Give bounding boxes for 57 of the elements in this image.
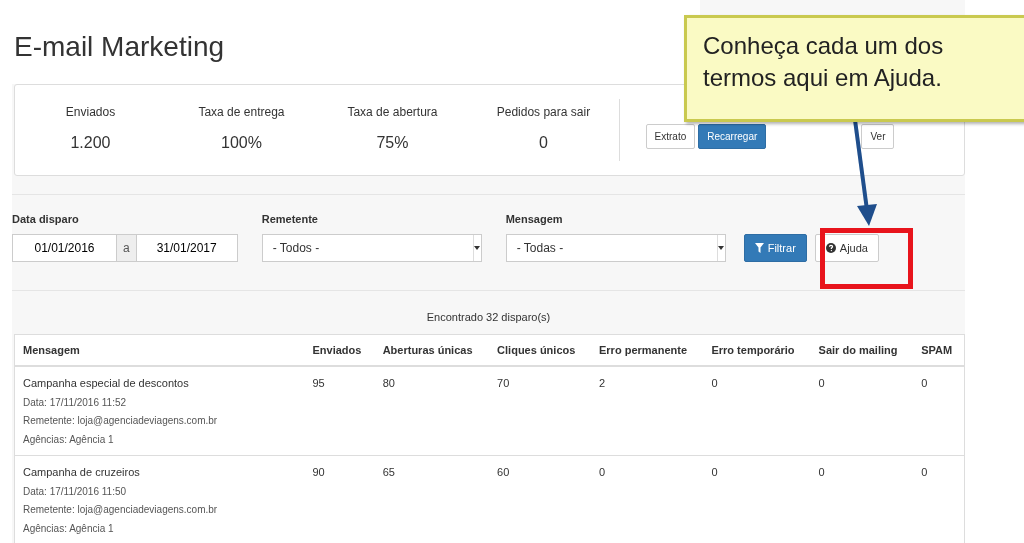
action-button[interactable]: Extrato: [645, 123, 696, 149]
message-detail: Remetente: loja@agenciadeviagens.com.br: [23, 414, 219, 429]
recharge-button[interactable]: Recarregar: [698, 123, 767, 149]
column-header: Aberturas únicas: [374, 334, 490, 367]
table-cell: 0: [599, 466, 606, 479]
table-cell: 0: [921, 377, 928, 390]
column-header: Erro temporário: [703, 334, 811, 367]
table-cell: 2: [599, 377, 606, 390]
date-to-field[interactable]: 31/01/2017: [135, 234, 238, 263]
stat-value: 75%: [375, 132, 410, 153]
table-cell: 0: [711, 466, 718, 479]
stat-value: 0: [538, 132, 549, 153]
message-detail: Agências: Agência 1: [23, 521, 115, 536]
date-separator: a: [117, 234, 136, 263]
table-cell: 70: [497, 377, 510, 390]
table-cell: 60: [497, 466, 510, 479]
table-cell: 95: [312, 377, 325, 390]
column-header: Mensagem: [14, 334, 305, 367]
message-detail: Data: 17/11/2016 11:52: [23, 395, 128, 410]
result-count: Encontrado 32 disparo(s): [425, 310, 552, 326]
date-from-field[interactable]: 01/01/2016: [12, 234, 117, 263]
column-header: Sair do mailing: [810, 334, 914, 367]
stat-label: Pedidos para sair: [495, 103, 592, 121]
stat-label: Enviados: [64, 103, 117, 121]
message-detail: Data: 17/11/2016 11:50: [23, 484, 128, 499]
field-label: Remetente: [261, 211, 319, 227]
help-icon: [825, 243, 836, 254]
caret-icon: [718, 246, 725, 251]
message-name: Campanha de cruzeiros: [23, 465, 141, 481]
table-cell: 90: [312, 466, 325, 479]
stat-value: 100%: [220, 132, 263, 153]
funnel-icon: [754, 243, 764, 254]
message-name: Campanha especial de descontos: [23, 376, 190, 392]
column-header: Enviados: [304, 334, 375, 367]
select-field[interactable]: - Todas -: [505, 234, 726, 263]
stat-label: Taxa de entrega: [197, 103, 286, 121]
filter-button[interactable]: Filtrar: [743, 234, 807, 263]
column-header: Cliques únicos: [489, 334, 591, 367]
column-header: Erro permanente: [591, 334, 704, 367]
action-button[interactable]: Ver: [861, 123, 895, 149]
table-cell: 0: [818, 466, 825, 479]
table-cell: 0: [921, 466, 928, 479]
message-detail: Remetente: loja@agenciadeviagens.com.br: [23, 503, 219, 518]
table-cell: 80: [382, 377, 395, 390]
select-field[interactable]: - Todos -: [261, 234, 482, 263]
message-detail: Agências: Agência 1: [23, 432, 115, 447]
column-header: SPAM: [913, 334, 965, 367]
table-cell: 0: [818, 377, 825, 390]
caret-icon: [474, 246, 481, 251]
stat-value: 1.200: [69, 132, 112, 153]
field-label: Mensagem: [505, 211, 564, 227]
callout-note: Conheça cada um dos termos aqui em Ajuda.: [684, 15, 1024, 122]
table-cell: 0: [711, 377, 718, 390]
stat-label: Taxa de abertura: [346, 103, 439, 121]
field-label: Data disparo: [12, 211, 80, 227]
table-cell: 65: [382, 466, 395, 479]
help-button[interactable]: Ajuda: [814, 234, 879, 263]
